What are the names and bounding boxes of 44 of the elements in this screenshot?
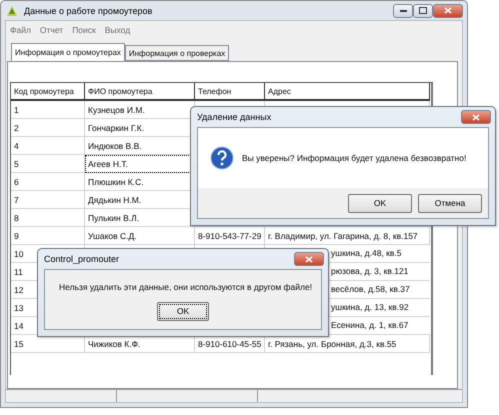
- menu-item[interactable]: Отчет: [40, 25, 64, 35]
- column-header[interactable]: Адрес: [265, 83, 430, 101]
- table-cell: Есенина, д. 1, кв.67: [331, 320, 408, 330]
- table-cell: ушкина, д. 13, кв.92: [331, 302, 409, 312]
- table-cell: 8: [11, 209, 85, 227]
- column-header[interactable]: ФИО промоутера: [85, 83, 195, 101]
- table-cell: Ушаков С.Д.: [85, 227, 195, 245]
- close-button[interactable]: [294, 252, 324, 266]
- maximize-icon: [419, 7, 427, 14]
- app-icon: [5, 4, 19, 18]
- table-cell: 7: [11, 191, 85, 209]
- table-cell: 2: [11, 119, 85, 137]
- table-cell: 9: [11, 227, 85, 245]
- dialog-button[interactable]: OK: [157, 302, 209, 320]
- table-cell: 1: [11, 101, 85, 119]
- close-icon: [305, 256, 313, 262]
- menu-item[interactable]: Файл: [10, 25, 31, 35]
- menu-item[interactable]: Поиск: [72, 25, 96, 35]
- tab[interactable]: Информация о проверках: [124, 45, 230, 61]
- menu-item[interactable]: Выход: [104, 25, 130, 35]
- close-icon: [444, 7, 452, 14]
- column-header[interactable]: Код промоутера: [11, 83, 85, 101]
- table-cell: 8-910-543-77-29: [195, 227, 265, 245]
- close-button[interactable]: [461, 110, 491, 124]
- tab[interactable]: Информация о промоутерах: [11, 43, 125, 61]
- close-button[interactable]: [433, 4, 463, 18]
- dialog-button[interactable]: OK: [348, 194, 412, 212]
- maximize-button[interactable]: [413, 4, 433, 18]
- dialog-title: Удаление данных: [197, 112, 272, 122]
- table-cell: ушкина, д.48, кв.5: [331, 248, 402, 258]
- close-icon: [472, 114, 480, 120]
- table-cell: рюзова, д. 3, кв.121: [331, 266, 408, 276]
- dialog-message: Вы уверены? Информация будет удалена безвозвратно!: [242, 152, 466, 164]
- minimize-icon: [400, 9, 406, 12]
- column-header[interactable]: Телефон: [195, 83, 265, 101]
- table-cell: 5: [11, 155, 85, 173]
- minimize-button[interactable]: [393, 4, 413, 18]
- question-icon: [210, 146, 234, 170]
- window-title: Данные о работе промоутеров: [24, 6, 154, 16]
- table-cell: 4: [11, 137, 85, 155]
- table-cell: г. Владимир, ул. Гагарина, д. 8, кв.157: [265, 227, 430, 245]
- table-cell: весёлов, д.58, кв.37: [331, 284, 410, 294]
- dialog-button[interactable]: Отмена: [418, 194, 482, 212]
- table-cell: 6: [11, 173, 85, 191]
